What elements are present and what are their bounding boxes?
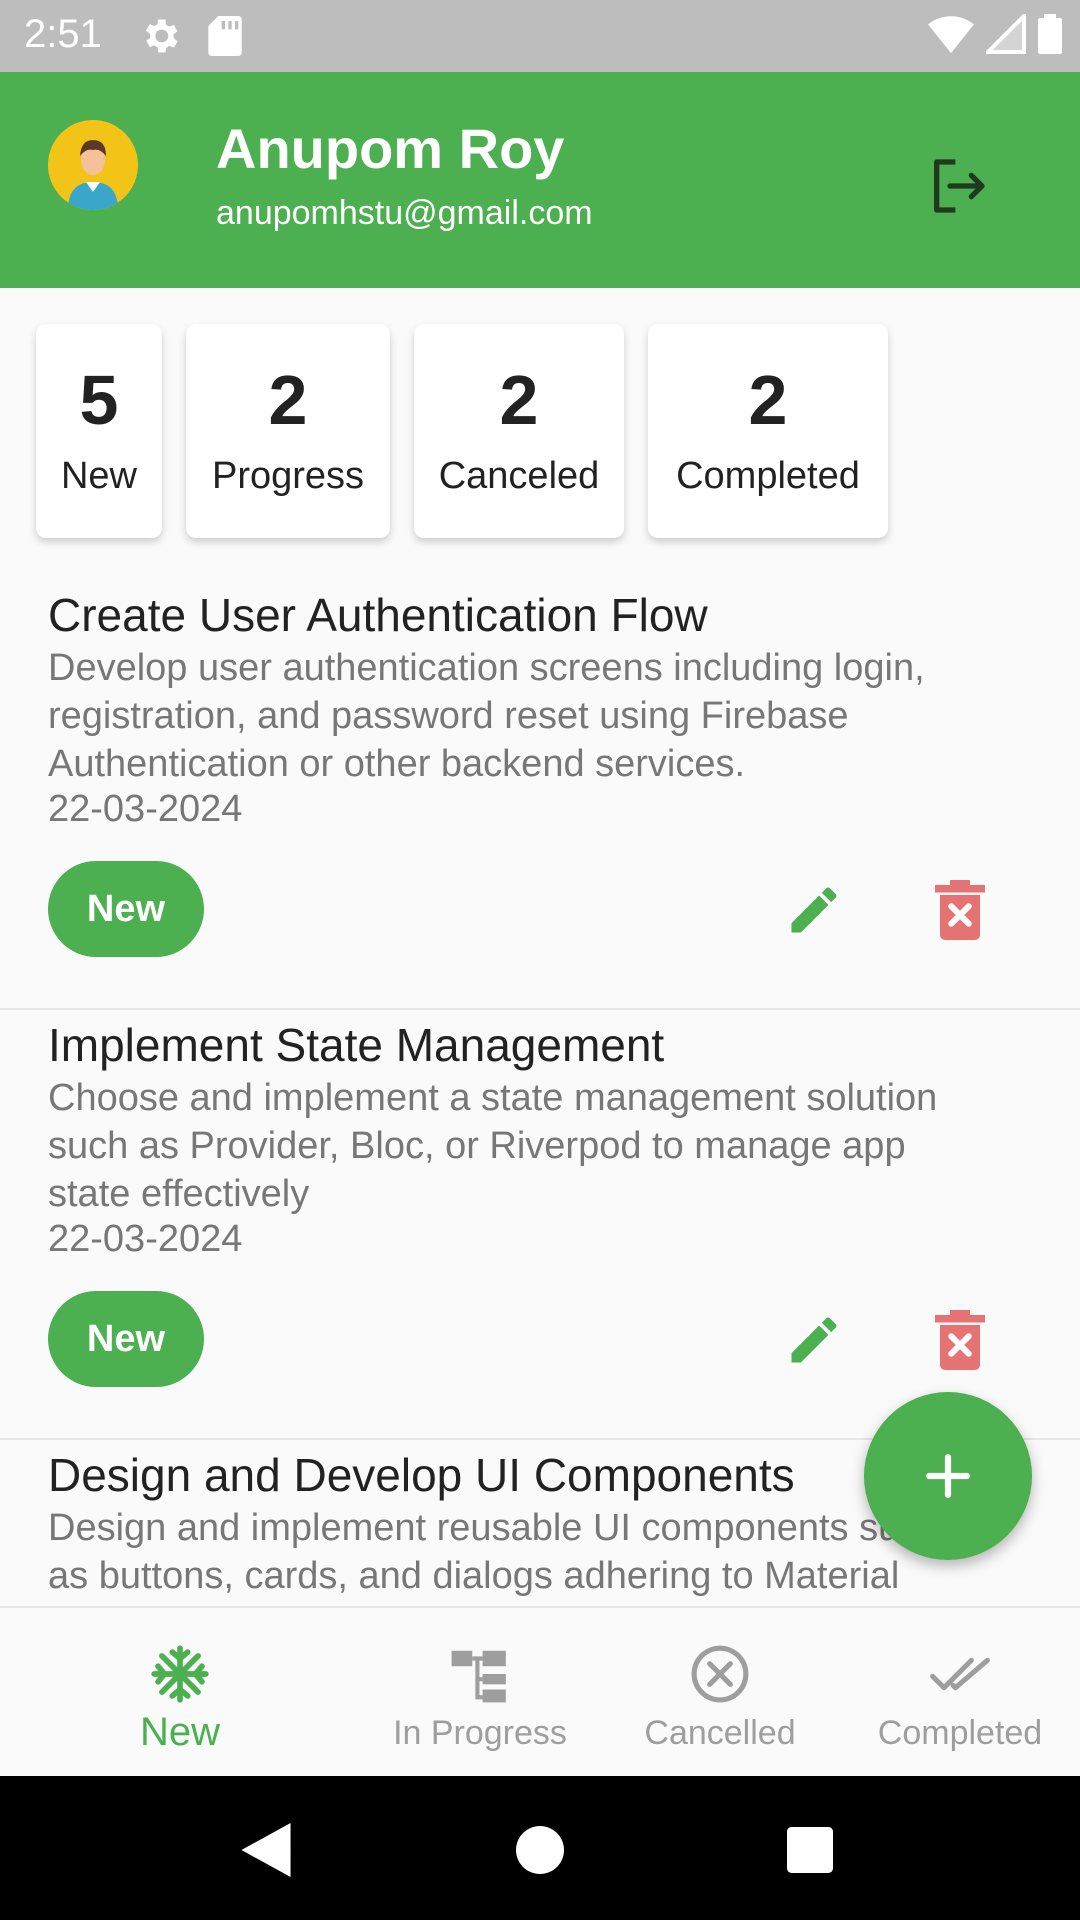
app-header: Anupom Roy anupomhstu@gmail.com [0,72,1080,288]
summary-count: 5 [79,360,119,439]
edit-button[interactable] [782,878,846,942]
status-chip: New [48,861,204,957]
pencil-icon [791,1317,837,1363]
recents-button[interactable] [780,1820,840,1880]
edit-button[interactable] [782,1308,846,1372]
signal-icon [986,14,1026,54]
summary-count: 2 [268,360,308,439]
summary-label: Canceled [438,454,600,497]
hierarchy-icon [451,1650,506,1703]
summary-card-completed: 2 Completed [648,324,888,538]
delete-button[interactable] [928,878,992,942]
add-task-button[interactable] [864,1392,1032,1560]
nav-label: Cancelled [644,1714,796,1752]
home-button[interactable] [510,1820,570,1880]
delete-icon [935,1310,985,1370]
gear-icon [146,19,178,53]
nav-label: Completed [877,1714,1043,1752]
user-email: anupomhstu@gmail.com [216,194,593,232]
plus-icon [926,1454,970,1498]
task-description: Develop user authentication screens incl… [48,647,925,785]
summary-count: 2 [499,360,539,439]
delete-button[interactable] [928,1308,992,1372]
summary-label: Progress [211,454,365,497]
nav-item-new[interactable]: New [100,1608,260,1778]
recents-square-icon [787,1827,833,1873]
nav-item-cancelled[interactable]: Cancelled [620,1608,820,1778]
nav-item-completed[interactable]: Completed [850,1608,1070,1778]
status-time: 2:51 [24,12,102,56]
avatar[interactable] [48,120,138,210]
pencil-icon [791,887,837,933]
task-card[interactable]: Create User Authentication Flow Develop … [0,580,1080,1010]
task-card[interactable]: Implement State Management Choose and im… [0,1010,1080,1440]
home-circle-icon [516,1826,564,1874]
nav-label: New [139,1710,221,1754]
status-bar: 2:51 [0,0,1080,72]
task-title: Create User Authentication Flow [48,589,708,641]
status-chip: New [48,1291,204,1387]
task-title: Implement State Management [48,1019,665,1071]
task-description: Design and implement reusable UI compone… [48,1507,940,1597]
task-date: 22-03-2024 [48,1218,243,1260]
nav-item-in-progress[interactable]: In Progress [370,1608,590,1778]
battery-icon [1038,14,1062,54]
summary-card-canceled: 2 Canceled [414,324,624,538]
back-triangle-icon [241,1823,291,1877]
task-description: Choose and implement a state management … [48,1077,938,1215]
nav-label: In Progress [393,1714,567,1752]
user-avatar-icon [48,120,138,210]
sd-card-icon [208,16,242,56]
task-title: Design and Develop UI Components [48,1449,795,1501]
back-button[interactable] [236,1820,296,1880]
wifi-icon [928,16,974,54]
system-nav-bar [0,1776,1080,1920]
cancel-circle-icon [691,1645,749,1703]
summary-card-progress: 2 Progress [186,324,390,538]
snowflake-icon [151,1645,209,1703]
summary-label: Completed [676,454,860,497]
summary-card-new: 5 New [36,324,162,538]
summary-count: 2 [748,360,788,439]
user-name: Anupom Roy [216,117,565,180]
logout-icon [934,159,985,213]
task-date: 22-03-2024 [48,788,243,830]
delete-icon [935,880,985,940]
logout-button[interactable] [920,148,996,224]
double-check-icon [930,1657,990,1691]
summary-row: 5 New 2 Progress 2 Canceled 2 Completed [36,324,888,538]
summary-label: New [60,454,138,497]
bottom-nav: New In Progress Cancelled Completed [0,1606,1080,1776]
